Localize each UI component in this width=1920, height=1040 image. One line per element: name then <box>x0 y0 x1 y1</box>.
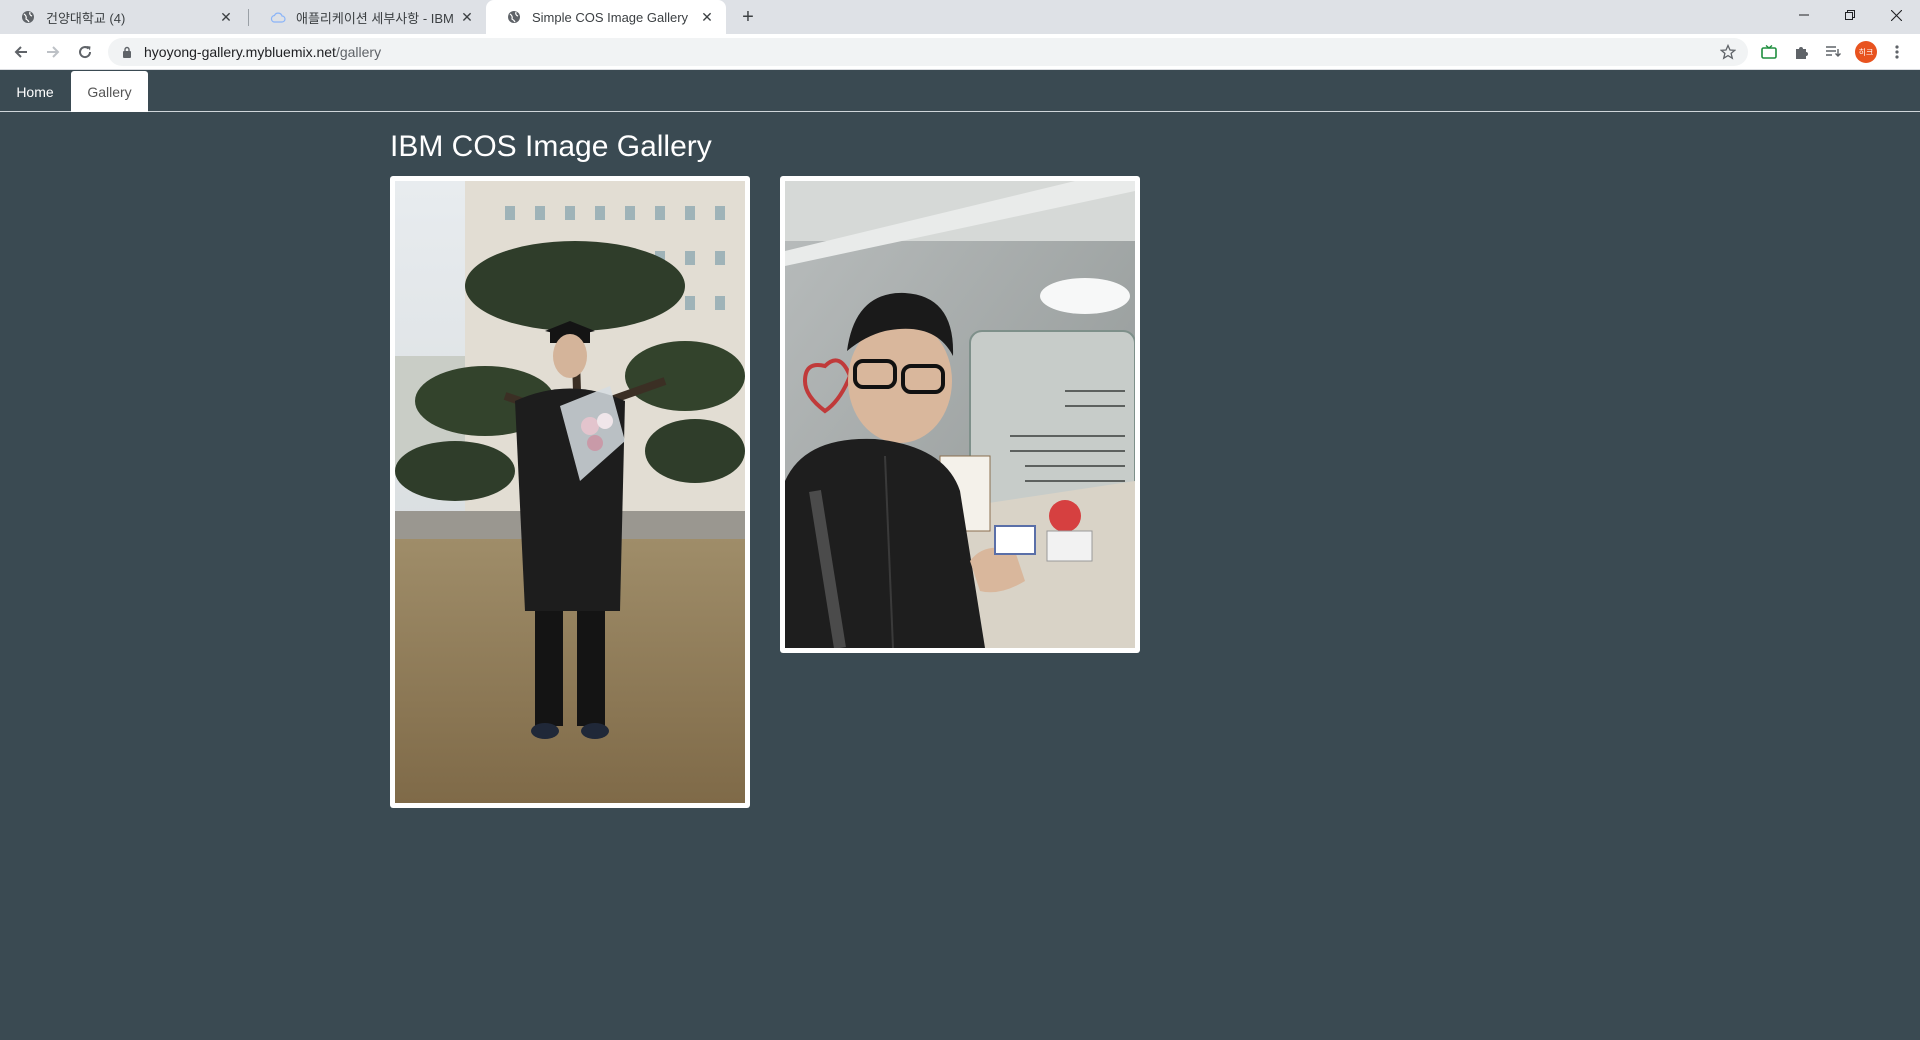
nav-gallery[interactable]: Gallery <box>71 71 148 112</box>
cloud-icon <box>270 9 286 25</box>
tab-konyang[interactable]: 건양대학교 (4) ✕ <box>0 0 245 34</box>
more-menu-icon[interactable] <box>1886 41 1908 63</box>
bookmark-star-icon[interactable] <box>1718 42 1738 62</box>
tab-ibm-cloud[interactable]: 애플리케이션 세부사항 - IBM Cl ✕ <box>250 0 486 34</box>
forward-button[interactable] <box>39 38 67 66</box>
site-navbar: Home Gallery <box>0 71 1920 112</box>
puzzle-extensions-icon[interactable] <box>1790 41 1812 63</box>
close-icon[interactable]: ✕ <box>698 8 716 26</box>
url-path: /gallery <box>335 44 382 60</box>
minimize-button[interactable] <box>1781 0 1827 30</box>
url-host: hyoyong-gallery.mybluemix.net <box>144 44 336 60</box>
graduation-photo <box>395 181 745 803</box>
close-icon[interactable]: ✕ <box>458 8 476 26</box>
tab-title: 애플리케이션 세부사항 - IBM Cl <box>296 10 458 26</box>
tab-divider <box>248 9 249 26</box>
browser-toolbar: hyoyong-gallery.mybluemix.net/gallery 히크 <box>0 34 1920 70</box>
tab-title: Simple COS Image Gallery <box>532 9 689 25</box>
tv-extension-icon[interactable] <box>1758 41 1780 63</box>
restore-button[interactable] <box>1827 0 1873 30</box>
new-tab-button[interactable]: + <box>736 5 760 29</box>
browser-tab-strip: 건양대학교 (4) ✕ 애플리케이션 세부사항 - IBM Cl ✕ Simpl… <box>0 0 1920 34</box>
back-button[interactable] <box>7 38 35 66</box>
page-title: IBM COS Image Gallery <box>390 130 712 163</box>
globe-icon <box>506 9 522 25</box>
address-bar[interactable]: hyoyong-gallery.mybluemix.net/gallery <box>108 38 1748 66</box>
profile-avatar[interactable]: 히크 <box>1855 41 1877 63</box>
gallery-image-1[interactable] <box>390 176 750 808</box>
globe-icon <box>20 9 36 25</box>
gallery-image-2[interactable] <box>780 176 1140 653</box>
close-icon[interactable]: ✕ <box>217 8 235 26</box>
reading-list-icon[interactable] <box>1822 41 1844 63</box>
tab-title: 건양대학교 (4) <box>46 10 126 26</box>
close-window-button[interactable] <box>1873 0 1919 30</box>
tab-gallery[interactable]: Simple COS Image Gallery ✕ <box>486 0 726 34</box>
lock-icon <box>120 45 134 59</box>
reload-button[interactable] <box>71 38 99 66</box>
nav-home[interactable]: Home <box>0 71 70 112</box>
selfie-photo <box>785 181 1135 648</box>
